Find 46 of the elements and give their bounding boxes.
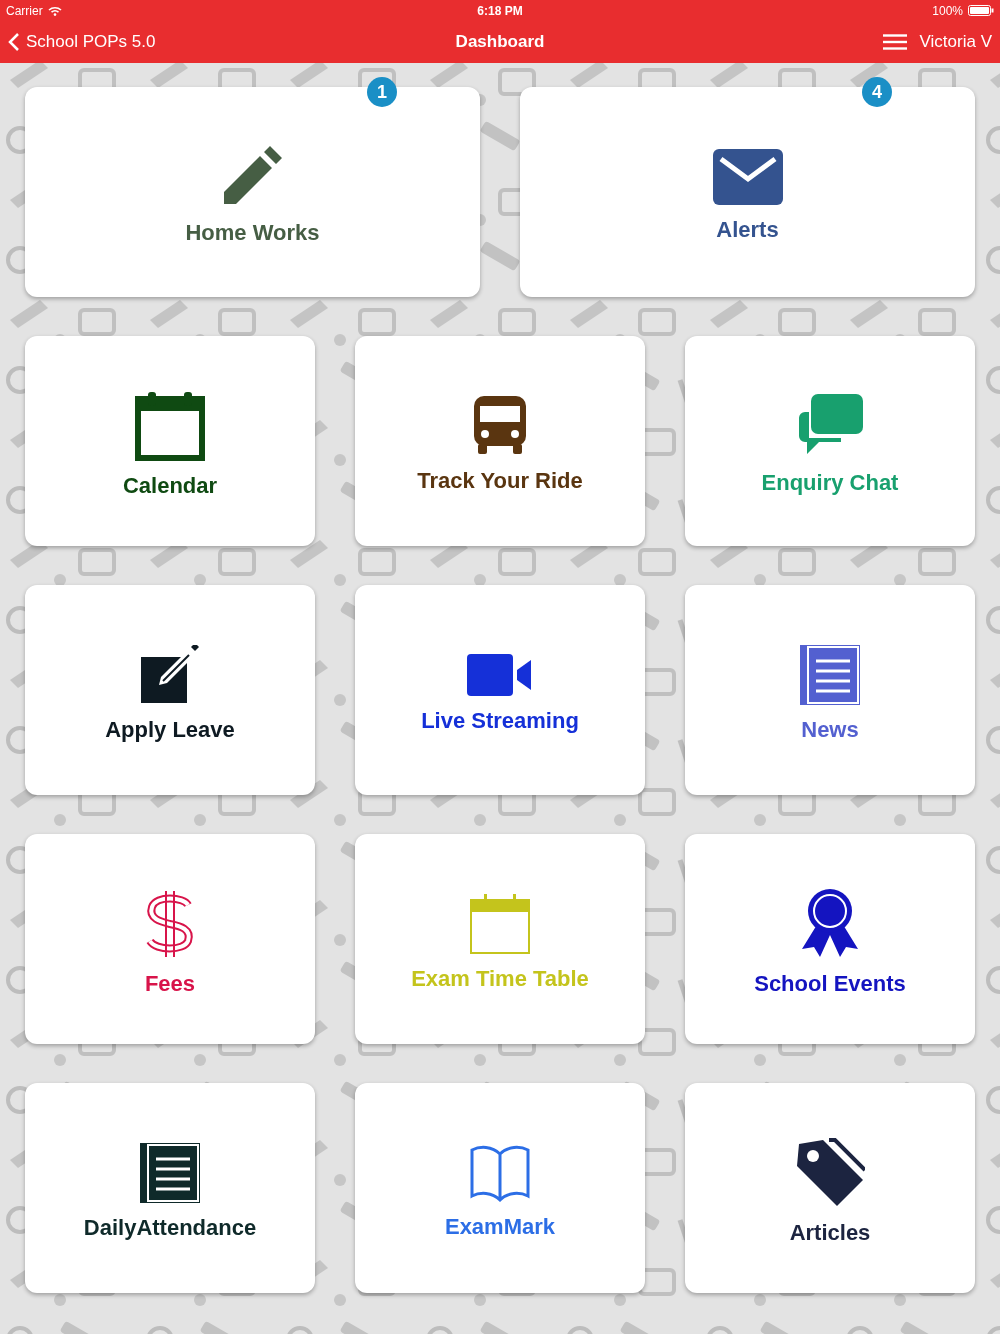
status-time: 6:18 PM <box>477 3 523 18</box>
menu-tile[interactable]: Live Streaming <box>355 585 645 795</box>
tile-label: Articles <box>789 1220 871 1246</box>
menu-tile[interactable]: ExamMark <box>355 1083 645 1293</box>
menu-tile[interactable]: Track Your Ride <box>355 336 645 546</box>
envelope-icon <box>712 149 783 205</box>
page-title: Dashboard <box>455 32 545 52</box>
menu-tile[interactable]: News <box>685 585 975 795</box>
open-book-icon <box>470 1144 530 1202</box>
chevron-left-icon <box>8 33 20 51</box>
tile-label: Home Works <box>185 220 320 246</box>
tile-label: Track Your Ride <box>417 468 583 494</box>
tile-label: Enquiry Chat <box>761 470 899 496</box>
calendar-icon <box>135 391 205 461</box>
bus-icon <box>472 396 528 456</box>
tile-label: Exam Time Table <box>411 966 589 992</box>
tile-label: School Events <box>754 971 906 997</box>
dollar-icon <box>144 889 196 959</box>
award-ribbon-icon <box>800 889 860 959</box>
tile-label: Alerts <box>716 217 779 243</box>
tile-label: Live Streaming <box>421 708 579 734</box>
user-name[interactable]: Victoria V <box>919 32 992 52</box>
menu-tile[interactable]: School Events <box>685 834 975 1044</box>
menu-tile[interactable]: DailyAttendance <box>25 1083 315 1293</box>
tile-label: Apply Leave <box>105 717 235 743</box>
video-camera-icon <box>467 654 533 696</box>
menu-tile[interactable]: Calendar <box>25 336 315 546</box>
tag-icon <box>795 1138 865 1208</box>
menu-icon[interactable] <box>882 34 907 50</box>
menu-tile[interactable]: Fees <box>25 834 315 1044</box>
battery-icon <box>968 5 994 16</box>
menu-tile[interactable]: Articles <box>685 1083 975 1293</box>
back-button[interactable]: School POPs 5.0 <box>8 32 156 52</box>
tile-label: ExamMark <box>444 1214 556 1240</box>
tile-label: DailyAttendance <box>83 1215 257 1241</box>
tile-label: Fees <box>144 971 196 997</box>
menu-tile[interactable]: Apply Leave <box>25 585 315 795</box>
calendar-icon <box>470 894 530 954</box>
tile-label: Calendar <box>122 473 218 499</box>
carrier-label: Carrier <box>6 3 43 18</box>
wifi-icon <box>47 5 62 16</box>
newspaper-icon <box>800 645 860 705</box>
tile-label: News <box>801 717 859 743</box>
edit-icon <box>139 645 201 705</box>
battery-percent: 100% <box>932 3 963 18</box>
document-list-icon <box>140 1143 200 1203</box>
